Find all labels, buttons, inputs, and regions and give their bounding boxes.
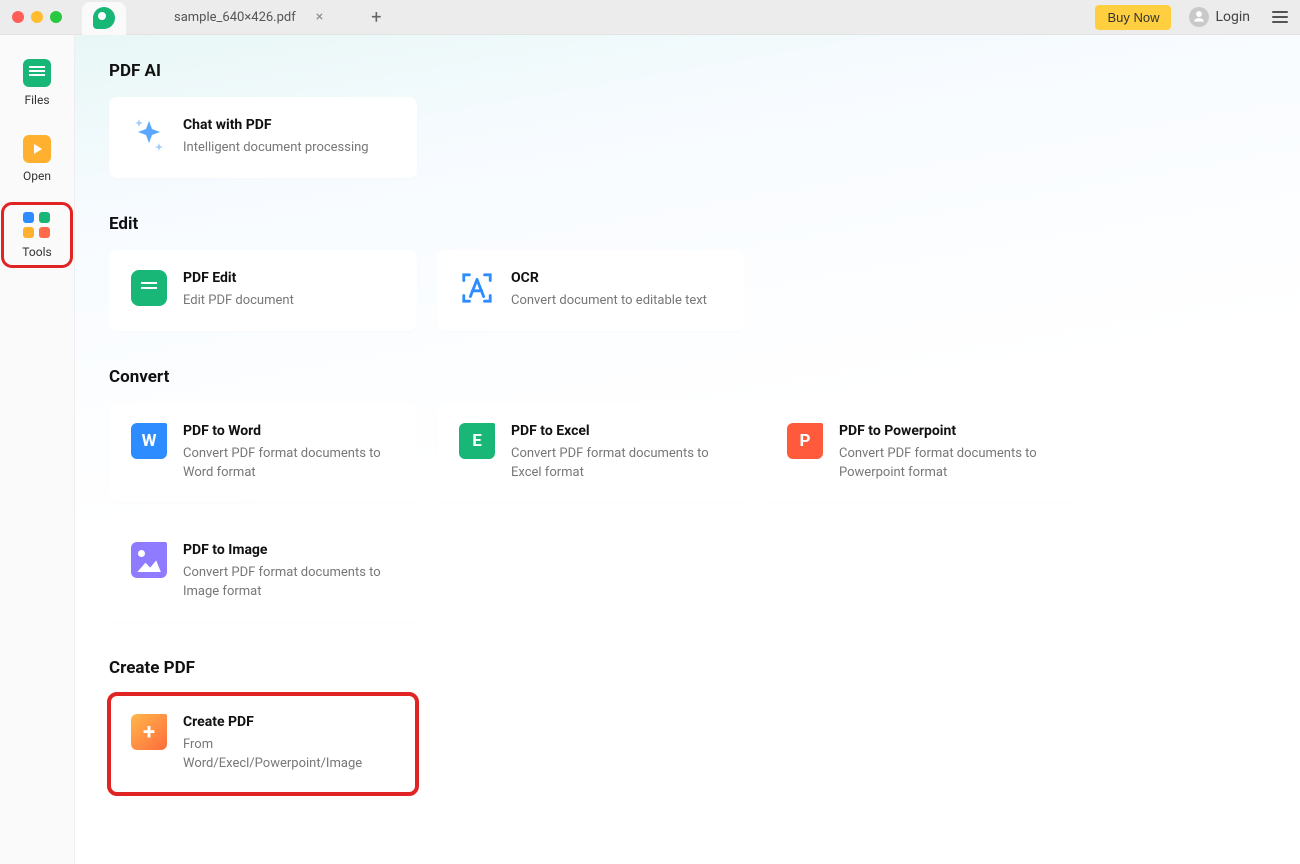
card-title: PDF to Excel (511, 423, 723, 439)
titlebar: sample_640×426.pdf × + Buy Now Login (0, 0, 1300, 35)
section-title-edit: Edit (109, 214, 1266, 234)
menu-button[interactable] (1268, 7, 1292, 27)
open-icon (23, 135, 51, 163)
main-content: PDF AI Chat with PDF Intelligent documen… (75, 35, 1300, 864)
card-desc: From Word/Execl/Powerpoint/Image (183, 736, 395, 774)
card-title: OCR (511, 270, 723, 286)
excel-icon (459, 423, 495, 459)
app-home-tab[interactable] (82, 2, 126, 35)
card-create-pdf[interactable]: Create PDF From Word/Execl/Powerpoint/Im… (109, 694, 417, 794)
card-pdf-to-word[interactable]: PDF to Word Convert PDF format documents… (109, 403, 417, 503)
card-title: PDF Edit (183, 270, 395, 286)
card-desc: Convert PDF format documents to Word for… (183, 445, 395, 483)
card-pdf-to-image[interactable]: PDF to Image Convert PDF format document… (109, 522, 417, 622)
powerpoint-icon (787, 423, 823, 459)
card-ocr[interactable]: OCR Convert document to editable text (437, 250, 745, 331)
image-icon (131, 542, 167, 578)
section-title-create: Create PDF (109, 658, 1266, 678)
card-desc: Convert document to editable text (511, 292, 723, 311)
word-icon (131, 423, 167, 459)
files-icon (23, 59, 51, 87)
card-pdf-to-powerpoint[interactable]: PDF to Powerpoint Convert PDF format doc… (765, 403, 1073, 503)
card-pdf-to-excel[interactable]: PDF to Excel Convert PDF format document… (437, 403, 745, 503)
section-title-convert: Convert (109, 367, 1266, 387)
card-desc: Convert PDF format documents to Excel fo… (511, 445, 723, 483)
sidebar-item-open[interactable]: Open (6, 131, 68, 187)
sidebar: Files Open Tools (0, 35, 75, 864)
ocr-icon (459, 270, 495, 306)
card-desc: Edit PDF document (183, 292, 395, 311)
window-controls (12, 11, 62, 23)
card-title: PDF to Word (183, 423, 395, 439)
login-button[interactable]: Login (1189, 7, 1250, 27)
card-title: PDF to Image (183, 542, 395, 558)
section-title-pdf-ai: PDF AI (109, 61, 1266, 81)
create-pdf-icon (131, 714, 167, 750)
sidebar-item-tools[interactable]: Tools (6, 207, 68, 263)
close-window-button[interactable] (12, 11, 24, 23)
sidebar-label-open: Open (23, 169, 51, 183)
new-tab-button[interactable]: + (363, 7, 389, 28)
user-avatar-icon (1189, 7, 1209, 27)
card-chat-with-pdf[interactable]: Chat with PDF Intelligent document proce… (109, 97, 417, 178)
document-tab[interactable]: sample_640×426.pdf × (162, 7, 339, 27)
maximize-window-button[interactable] (50, 11, 62, 23)
card-desc: Intelligent document processing (183, 139, 395, 158)
tools-icon (23, 211, 51, 239)
app-logo-icon (93, 7, 115, 29)
card-desc: Convert PDF format documents to Powerpoi… (839, 445, 1051, 483)
card-title: Create PDF (183, 714, 395, 730)
close-tab-icon[interactable]: × (312, 7, 327, 27)
card-pdf-edit[interactable]: PDF Edit Edit PDF document (109, 250, 417, 331)
minimize-window-button[interactable] (31, 11, 43, 23)
edit-file-icon (131, 270, 167, 306)
sidebar-label-files: Files (24, 93, 49, 107)
card-desc: Convert PDF format documents to Image fo… (183, 564, 395, 602)
sparkle-icon (131, 117, 167, 153)
sidebar-label-tools: Tools (22, 245, 51, 259)
document-tab-title: sample_640×426.pdf (174, 10, 296, 25)
login-label: Login (1215, 9, 1250, 25)
sidebar-item-files[interactable]: Files (6, 55, 68, 111)
card-title: PDF to Powerpoint (839, 423, 1051, 439)
card-title: Chat with PDF (183, 117, 395, 133)
buy-now-button[interactable]: Buy Now (1095, 5, 1171, 30)
